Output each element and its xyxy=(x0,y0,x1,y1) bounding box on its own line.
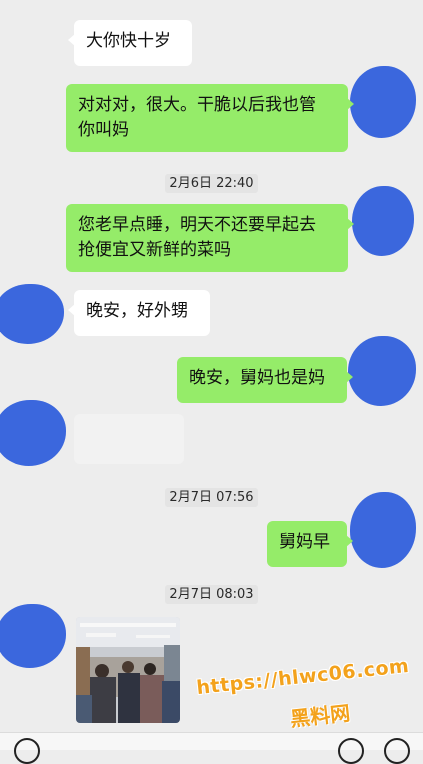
photo-content xyxy=(76,617,180,723)
message-bubble-sent[interactable]: 您老早点睡，明天不还要早起去 抢便宜又新鲜的菜吗 xyxy=(66,204,354,272)
message-bubble-received[interactable]: 晚安，好外甥 xyxy=(68,290,210,336)
avatar-redacted[interactable] xyxy=(352,186,414,256)
avatar-redacted[interactable] xyxy=(0,604,66,668)
timestamp: 2月7日 08:03 xyxy=(0,583,423,604)
plus-icon[interactable] xyxy=(384,738,410,764)
avatar-redacted[interactable] xyxy=(0,284,64,344)
watermark-site-name: 黑料网 xyxy=(289,700,352,732)
avatar-redacted[interactable] xyxy=(348,336,416,406)
message-bubble-sent[interactable]: 对对对，很大。干脆以后我也管 你叫妈 xyxy=(66,84,354,152)
voice-icon[interactable] xyxy=(14,738,40,764)
watermark-url: https://hlwc06.com xyxy=(195,654,411,700)
avatar-redacted[interactable] xyxy=(350,66,416,138)
avatar-redacted[interactable] xyxy=(350,492,416,568)
timestamp: 2月6日 22:40 xyxy=(0,172,423,193)
message-bubble-sent[interactable]: 舅妈早 xyxy=(267,521,353,567)
message-bubble-blank[interactable] xyxy=(74,414,184,464)
avatar-redacted[interactable] xyxy=(0,400,66,466)
message-bubble-received[interactable]: 大你快十岁 xyxy=(68,20,192,66)
emoji-icon[interactable] xyxy=(338,738,364,764)
image-message-supermarket-photo[interactable] xyxy=(76,617,180,723)
message-bubble-sent[interactable]: 晚安，舅妈也是妈 xyxy=(177,357,353,403)
